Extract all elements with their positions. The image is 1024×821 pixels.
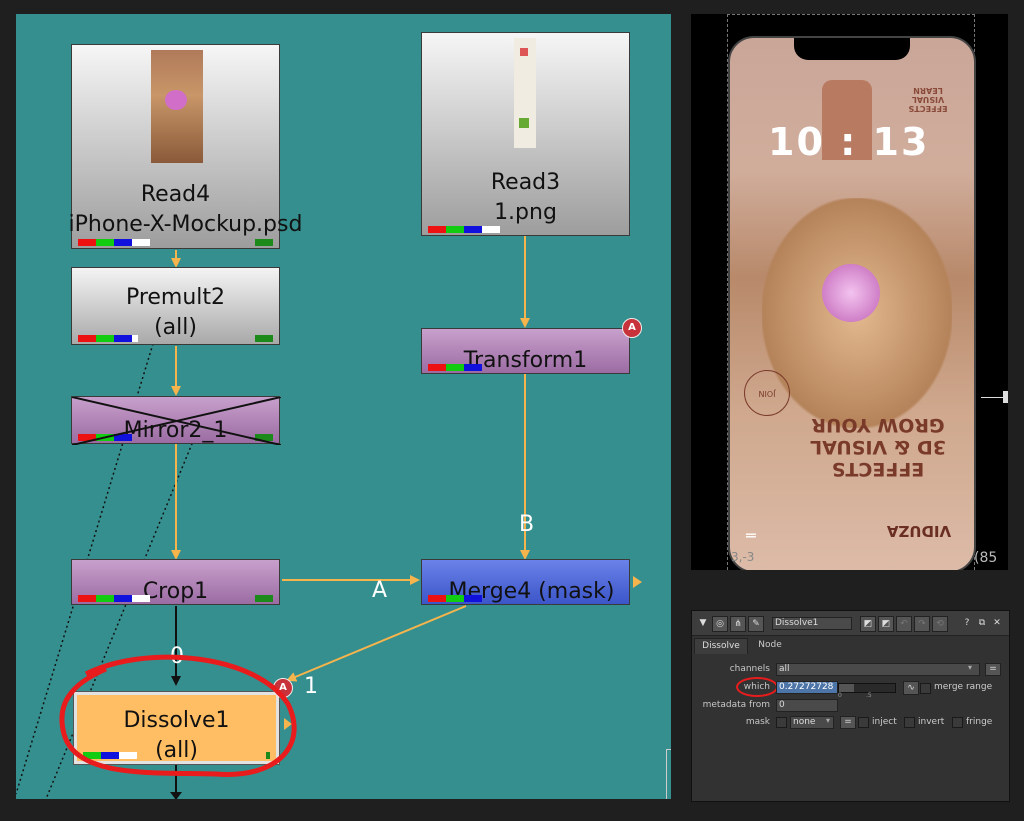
merge-range-label: merge range [934, 682, 993, 692]
slider-tick: 0 [838, 692, 842, 699]
channels-dropdown[interactable]: all [776, 663, 980, 676]
phone-notch [794, 38, 910, 60]
revert-icon[interactable]: ⟲ [932, 616, 948, 632]
node-name-field[interactable]: Dissolve1 [772, 617, 852, 630]
wrench-icon[interactable]: ✎ [748, 616, 764, 632]
corner-coordinate: 3,-3 [731, 550, 755, 564]
merge-range-checkbox[interactable] [920, 683, 931, 694]
phone-mockup-image: 10 : 13 EFFECTS VISUAL LEARN JOIN EFFECTS 3… [728, 36, 976, 570]
top-flipped-text: EFFECTS VISUAL LEARN [908, 86, 948, 113]
color-swatch-icon[interactable]: ◩ [878, 616, 894, 632]
inject-checkbox[interactable] [858, 717, 869, 728]
red-annotation-circle [736, 677, 778, 697]
flower-image [822, 264, 880, 322]
help-icon[interactable]: ? [960, 616, 974, 630]
tab-node[interactable]: Node [750, 638, 790, 653]
inject-label: inject [872, 717, 897, 727]
close-icon[interactable]: ✕ [990, 616, 1004, 630]
graph-edge-marker [666, 749, 671, 799]
format-size-label: (85 [974, 550, 998, 566]
collapse-icon[interactable]: ▼ [696, 616, 710, 630]
clock-text: 10 : 13 [768, 120, 930, 164]
viewer-panel[interactable]: 10 : 13 EFFECTS VISUAL LEARN JOIN EFFECTS 3… [691, 14, 1008, 570]
slider-tick: .5 [866, 692, 872, 699]
float-icon[interactable]: ⧉ [975, 616, 989, 630]
redo-icon[interactable]: ↷ [914, 616, 930, 632]
chevron-down-icon: ▾ [826, 716, 831, 725]
viewer-wipe-handle[interactable] [981, 397, 1005, 398]
properties-panel: ▼ ◎ ⋔ ✎ Dissolve1 ◩ ◩ ↶ ↷ ⟲ ? ⧉ ✕ Dissol… [691, 610, 1010, 802]
node-graph[interactable]: Read4 iPhone-X-Mockup.psd Read3 1.png Pr… [16, 14, 671, 799]
mask-label: mask [745, 717, 770, 727]
fringe-label: fringe [966, 717, 993, 727]
node-graph-icon[interactable]: ⋔ [730, 616, 746, 632]
metadata-label: metadata from [702, 700, 770, 710]
chevron-down-icon: ▾ [968, 663, 973, 672]
red-annotation-circle [59, 654, 297, 777]
mask-checkbox[interactable] [776, 717, 787, 728]
invert-checkbox[interactable] [904, 717, 915, 728]
color-swatch-icon[interactable]: ◩ [860, 616, 876, 632]
join-stamp: JOIN [744, 370, 790, 416]
brand-flipped-text: VIDUZA [886, 522, 952, 540]
viewer-wipe-handle-end[interactable] [1003, 391, 1008, 403]
menu-icon: ═ [746, 526, 756, 545]
metadata-field[interactable]: 0 [776, 699, 838, 712]
viewer-icon[interactable]: ◎ [712, 616, 728, 632]
headline-flipped-text: EFFECTS 3D & VISUAL GROW YOUR [810, 414, 946, 480]
channels-equals-button[interactable]: = [985, 663, 1001, 676]
invert-label: invert [918, 717, 945, 727]
fringe-checkbox[interactable] [952, 717, 963, 728]
channels-label: channels [729, 664, 770, 674]
tab-dissolve[interactable]: Dissolve [694, 638, 748, 654]
which-field[interactable]: 0.27272728 [776, 681, 838, 694]
animation-curve-icon[interactable]: ∿ [903, 681, 919, 695]
mask-equals-button[interactable]: = [840, 716, 856, 729]
undo-icon[interactable]: ↶ [896, 616, 912, 632]
